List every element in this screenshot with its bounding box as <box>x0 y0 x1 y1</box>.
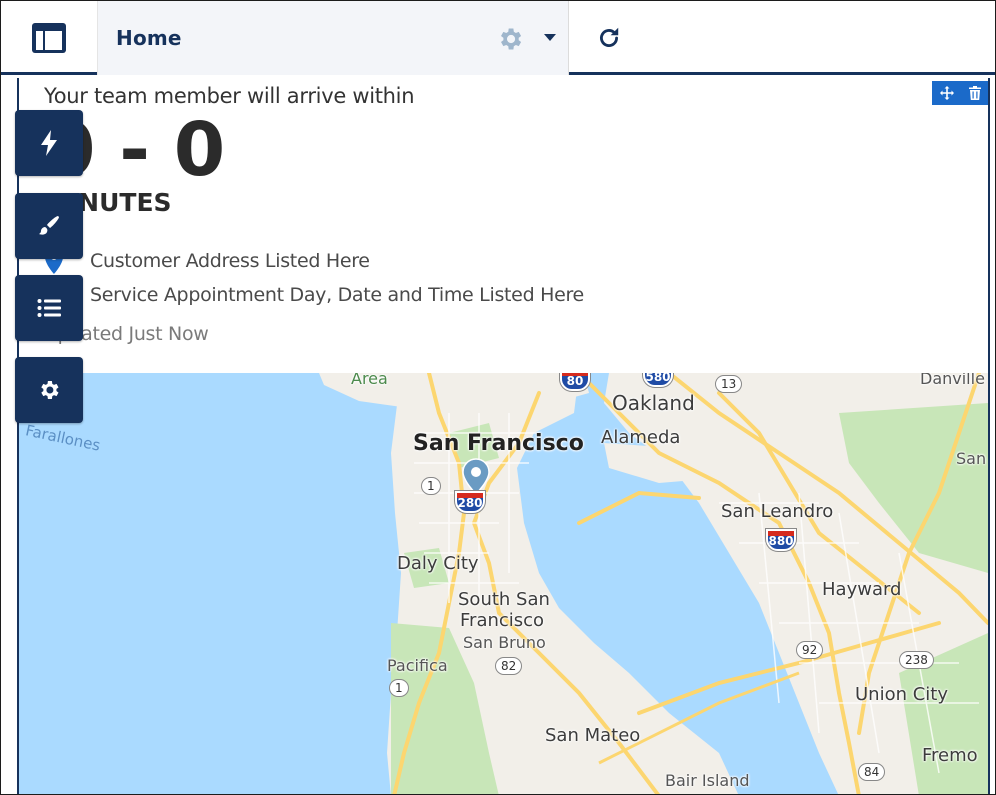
gear-icon[interactable] <box>496 25 524 53</box>
route-shield: 82 <box>495 657 523 675</box>
map-label-south-san: South San <box>458 589 550 610</box>
map-label-pacifica: Pacifica <box>387 656 448 675</box>
list-icon <box>37 299 61 317</box>
map-label-danville: Danville <box>920 373 985 388</box>
tab-home-label: Home <box>116 26 182 50</box>
theme-button[interactable] <box>15 193 83 259</box>
layout-icon <box>32 23 66 53</box>
interstate-shield: 80 <box>560 373 590 391</box>
arrival-heading: Your team member will arrive within <box>44 84 415 108</box>
page-canvas: Your team member will arrive within 0 - … <box>17 78 990 794</box>
lightning-button[interactable] <box>15 110 83 176</box>
route-shield: 1 <box>389 679 409 697</box>
gear-icon <box>41 381 59 399</box>
interstate-shield: 280 <box>455 491 485 513</box>
map-label-san-leandro: San Leandro <box>721 501 834 522</box>
move-icon[interactable] <box>939 86 954 100</box>
map-label-daly-city: Daly City <box>397 553 479 574</box>
interstate-shield: 880 <box>766 529 796 551</box>
address-text: Customer Address Listed Here <box>90 250 370 272</box>
refresh-button[interactable] <box>569 1 649 75</box>
map-label-union-city: Union City <box>855 684 949 705</box>
app-window: Home Your team member will arrive within… <box>0 0 996 795</box>
map-label-area: Area <box>351 373 388 388</box>
map-label-fremont: Fremo <box>922 745 978 766</box>
app-launcher[interactable] <box>1 1 98 75</box>
component-toolbar <box>932 81 988 105</box>
address-row: Customer Address Listed Here <box>44 248 370 274</box>
map-label-hayward: Hayward <box>822 579 902 600</box>
map-label-oakland: Oakland <box>612 391 695 415</box>
arrival-card: Your team member will arrive within 0 - … <box>19 78 988 373</box>
brush-icon <box>39 216 59 235</box>
lightning-icon <box>41 130 57 156</box>
map-label-san-francisco: San Francisco <box>413 431 584 456</box>
route-shield: 92 <box>796 641 824 659</box>
route-shield: 1 <box>421 477 441 495</box>
map-label-san-mateo: San Mateo <box>545 725 641 746</box>
route-shield: 13 <box>715 375 743 393</box>
header-bar: Home <box>1 1 995 75</box>
appointment-text: Service Appointment Day, Date and Time L… <box>90 284 584 306</box>
refresh-icon <box>600 27 619 47</box>
map-label-alameda: Alameda <box>601 427 681 448</box>
route-shield: 84 <box>858 763 886 781</box>
list-button[interactable] <box>15 275 83 341</box>
tab-home[interactable]: Home <box>98 1 569 75</box>
map-view[interactable]: Area Farallones Oakland Danville San Fra… <box>19 373 988 794</box>
delete-icon[interactable] <box>968 86 981 100</box>
route-shield: 238 <box>899 651 934 669</box>
chevron-down-icon[interactable] <box>544 34 556 41</box>
appointment-row: Service Appointment Day, Date and Time L… <box>44 284 584 306</box>
map-label-san: San <box>956 449 987 468</box>
map-label-san-bruno: San Bruno <box>463 633 546 652</box>
map-label-bair-island: Bair Island <box>665 771 750 790</box>
settings-button[interactable] <box>15 357 83 423</box>
map-label-francisco: Francisco <box>460 610 545 631</box>
